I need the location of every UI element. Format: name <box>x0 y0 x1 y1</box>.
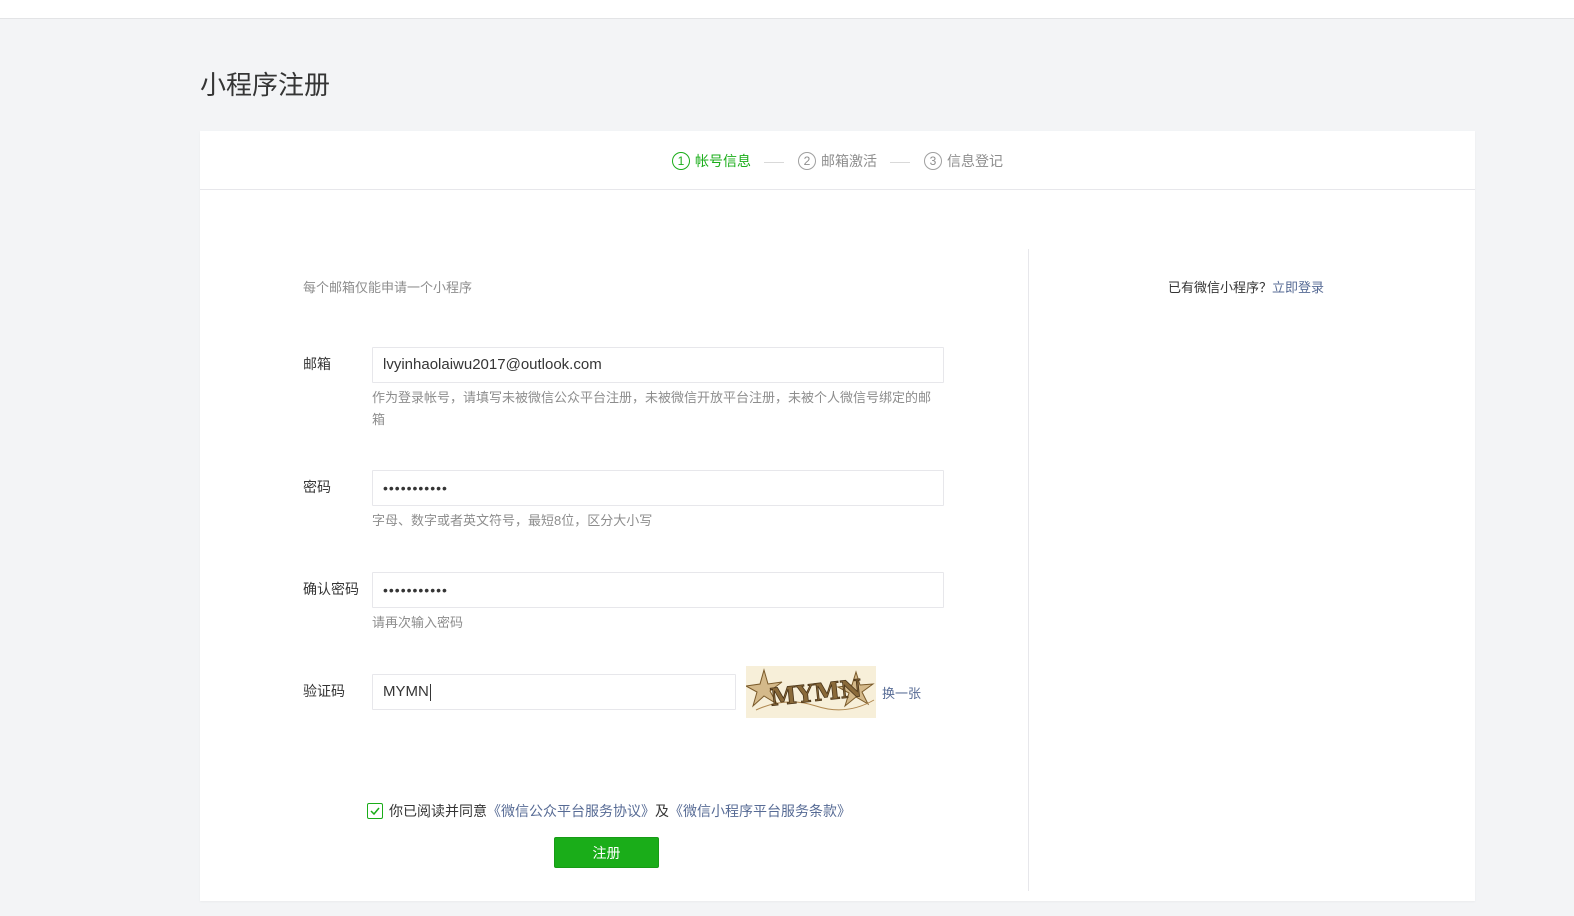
confirm-password-hint: 请再次输入密码 <box>372 615 464 630</box>
step-label: 邮箱激活 <box>821 153 877 169</box>
registration-card: 1 帐号信息 2 邮箱激活 3 信息登记 每个邮箱仅能申请一个小程序 已有微信小… <box>200 131 1475 901</box>
captcha-value: MYMN <box>383 683 429 700</box>
login-prompt-text: 已有微信小程序？ <box>1168 280 1273 295</box>
register-button[interactable]: 注册 <box>554 837 659 868</box>
password-value: ••••••••••• <box>383 480 448 496</box>
agreement-conj: 及 <box>655 803 669 819</box>
email-hint: 作为登录帐号，请填写未被微信公众平台注册，未被微信开放平台注册，未被个人微信号绑… <box>372 390 932 427</box>
password-label: 密码 <box>303 479 331 495</box>
top-bar <box>0 0 1574 19</box>
step-number: 2 <box>798 152 816 170</box>
step-label: 帐号信息 <box>695 153 751 169</box>
step-label: 信息登记 <box>947 153 1003 169</box>
service-agreement-link[interactable]: 《微信公众平台服务协议》 <box>487 801 655 821</box>
vertical-divider <box>1028 249 1029 891</box>
confirm-password-field[interactable]: ••••••••••• <box>372 572 944 608</box>
agreement-row: 你已阅读并同意 《微信公众平台服务协议》 及 《微信小程序平台服务条款》 <box>367 801 851 821</box>
check-icon <box>370 807 380 816</box>
password-hint: 字母、数字或者英文符号，最短8位，区分大小写 <box>372 513 653 528</box>
step-email-activation: 2 邮箱激活 <box>798 151 877 171</box>
step-number: 3 <box>924 152 942 170</box>
captcha-graphic: MYMN <box>746 666 876 718</box>
step-info-registration: 3 信息登记 <box>924 151 1003 171</box>
step-separator <box>890 162 910 163</box>
agreement-prefix: 你已阅读并同意 <box>389 803 487 819</box>
email-field[interactable]: lvyinhaolaiwu2017@outlook.com <box>372 347 944 383</box>
form-tip: 每个邮箱仅能申请一个小程序 <box>303 280 473 295</box>
text-caret <box>429 683 431 701</box>
step-account-info: 1 帐号信息 <box>672 151 751 171</box>
email-label: 邮箱 <box>303 356 331 372</box>
step-separator <box>764 162 784 163</box>
password-field[interactable]: ••••••••••• <box>372 470 944 506</box>
refresh-captcha-link[interactable]: 换一张 <box>882 683 921 702</box>
step-indicator: 1 帐号信息 2 邮箱激活 3 信息登记 <box>200 131 1475 190</box>
captcha-image[interactable]: MYMN <box>746 666 876 718</box>
agreement-checkbox[interactable] <box>367 803 383 819</box>
login-link[interactable]: 立即登录 <box>1272 280 1324 295</box>
email-value: lvyinhaolaiwu2017@outlook.com <box>383 356 602 373</box>
captcha-field[interactable]: MYMN <box>372 674 736 710</box>
miniprogram-terms-link[interactable]: 《微信小程序平台服务条款》 <box>669 801 851 821</box>
captcha-label: 验证码 <box>303 683 345 699</box>
login-prompt: 已有微信小程序？立即登录 <box>1168 277 1324 296</box>
page-title: 小程序注册 <box>200 70 331 100</box>
step-number: 1 <box>672 152 690 170</box>
confirm-password-label: 确认密码 <box>303 581 359 597</box>
confirm-password-value: ••••••••••• <box>383 582 448 598</box>
